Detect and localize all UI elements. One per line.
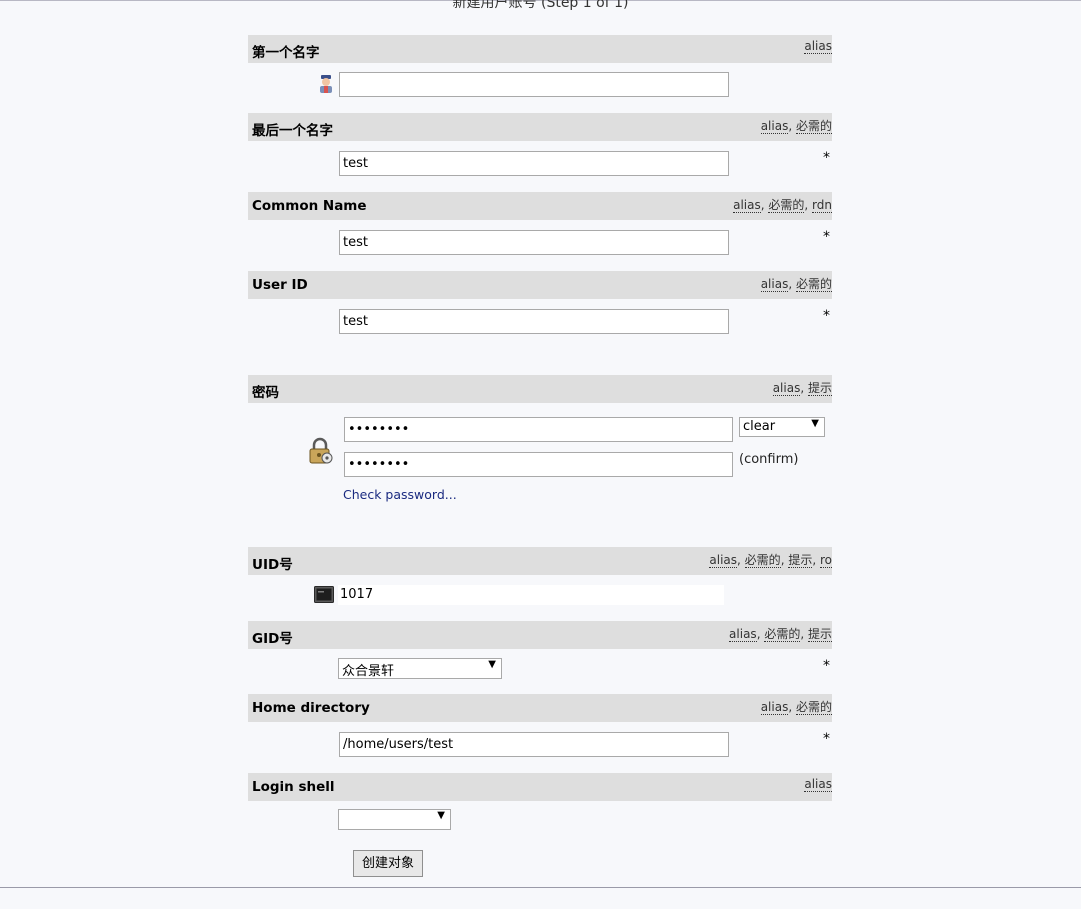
field-label: UID号: [252, 557, 293, 573]
hint-rdn: rdn: [812, 198, 832, 213]
hint-required: 必需的: [795, 277, 832, 292]
chevron-down-icon: ▼: [488, 659, 496, 670]
last-name-input[interactable]: [339, 151, 729, 176]
hint-alias: alias: [760, 700, 789, 715]
field-header-user-id: User ID alias, 必需的: [248, 271, 832, 299]
user-id-input[interactable]: [339, 309, 729, 334]
field-hints: alias, 必需的, rdn: [733, 198, 832, 213]
field-hints: alias, 必需的: [760, 700, 832, 715]
confirm-label: (confirm): [739, 452, 799, 467]
field-hints: alias, 必需的: [760, 277, 832, 292]
required-marker: *: [823, 308, 830, 324]
select-value: 众合景轩: [342, 664, 395, 679]
gid-select[interactable]: 众合景轩 ▼: [338, 658, 502, 679]
required-marker: *: [823, 229, 830, 245]
field-hints: alias, 提示: [772, 381, 832, 396]
terminal-icon: [314, 586, 334, 603]
field-label: User ID: [252, 277, 308, 293]
check-password-link[interactable]: Check password...: [343, 487, 457, 502]
hint-alias: alias: [804, 39, 832, 54]
field-header-first-name: 第一个名字 alias: [248, 35, 832, 63]
select-value: clear: [743, 419, 776, 434]
field-hints: alias: [804, 777, 832, 792]
field-label: Common Name: [252, 198, 367, 214]
required-marker: *: [823, 150, 830, 166]
field-hints: alias, 必需的, 提示, ro: [709, 553, 832, 568]
hint-ro: ro: [819, 553, 832, 568]
bottom-border: [0, 887, 1081, 888]
first-name-input[interactable]: [339, 72, 729, 97]
field-hints: alias: [804, 39, 832, 54]
hint-required: 必需的: [768, 198, 805, 213]
field-header-last-name: 最后一个名字 alias, 必需的: [248, 113, 832, 141]
create-object-button[interactable]: 创建对象: [353, 850, 424, 877]
hint-alias: alias: [733, 198, 761, 213]
field-label: 最后一个名字: [252, 123, 333, 139]
common-name-input[interactable]: [339, 230, 729, 255]
home-directory-input[interactable]: [339, 732, 729, 757]
field-header-common-name: Common Name alias, 必需的, rdn: [248, 192, 832, 220]
field-hints: alias, 必需的: [760, 119, 832, 134]
login-shell-select[interactable]: ▼: [338, 809, 451, 830]
field-label: 密码: [252, 385, 279, 401]
field-header-gid: GID号 alias, 必需的, 提示: [248, 621, 832, 649]
hint-alias: alias: [760, 119, 789, 134]
field-header-home-directory: Home directory alias, 必需的: [248, 694, 832, 722]
field-header-uid: UID号 alias, 必需的, 提示, ro: [248, 547, 832, 575]
hint-hint: 提示: [807, 381, 832, 396]
hint-alias: alias: [772, 381, 801, 396]
password-confirm-input[interactable]: [344, 452, 733, 477]
uid-value: 1017: [340, 587, 374, 602]
field-label: Login shell: [252, 779, 335, 795]
hint-required: 必需的: [764, 627, 801, 642]
field-label: GID号: [252, 631, 293, 647]
hint-required: 必需的: [795, 700, 832, 715]
field-label: Home directory: [252, 700, 370, 716]
person-icon: [320, 75, 332, 93]
hint-alias: alias: [804, 777, 832, 792]
password-hash-select[interactable]: clear ▼: [739, 417, 825, 437]
page-title: 新建用户账号 (Step 1 of 1): [452, 0, 629, 11]
hint-required: 必需的: [795, 119, 832, 134]
field-header-password: 密码 alias, 提示: [248, 375, 832, 403]
chevron-down-icon: ▼: [811, 418, 819, 429]
chevron-down-icon: ▼: [437, 810, 445, 821]
field-hints: alias, 必需的, 提示: [729, 627, 832, 642]
hint-alias: alias: [760, 277, 789, 292]
uid-readonly-field: [338, 585, 724, 605]
hint-required: 必需的: [744, 553, 781, 568]
required-marker: *: [823, 658, 830, 674]
hint-hint: 提示: [788, 553, 813, 568]
hint-alias: alias: [709, 553, 738, 568]
field-header-login-shell: Login shell alias: [248, 773, 832, 801]
hint-hint: 提示: [807, 627, 832, 642]
lock-icon: [309, 437, 333, 464]
required-marker: *: [823, 731, 830, 747]
field-label: 第一个名字: [252, 45, 320, 61]
hint-alias: alias: [729, 627, 757, 642]
password-input[interactable]: [344, 417, 733, 442]
